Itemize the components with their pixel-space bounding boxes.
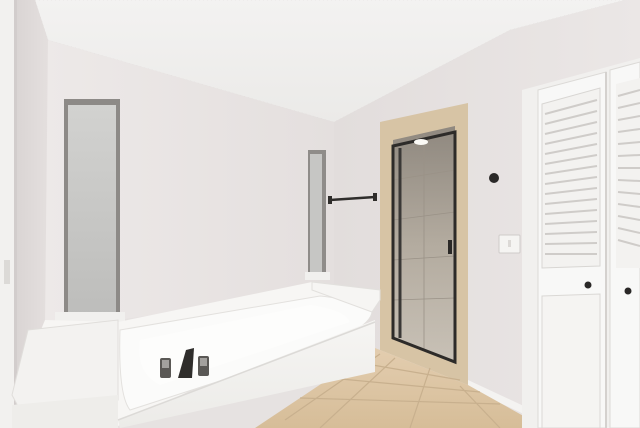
closet-door-icon — [522, 58, 640, 428]
window-icon — [55, 99, 125, 328]
left-door-frame — [0, 0, 16, 428]
bathroom-photo — [0, 0, 640, 428]
door-hinge — [4, 260, 10, 284]
robe-hook-icon — [489, 173, 499, 183]
light-switch-icon — [498, 234, 521, 254]
left-wall — [14, 0, 48, 380]
left-door-frame-edge — [14, 0, 17, 428]
